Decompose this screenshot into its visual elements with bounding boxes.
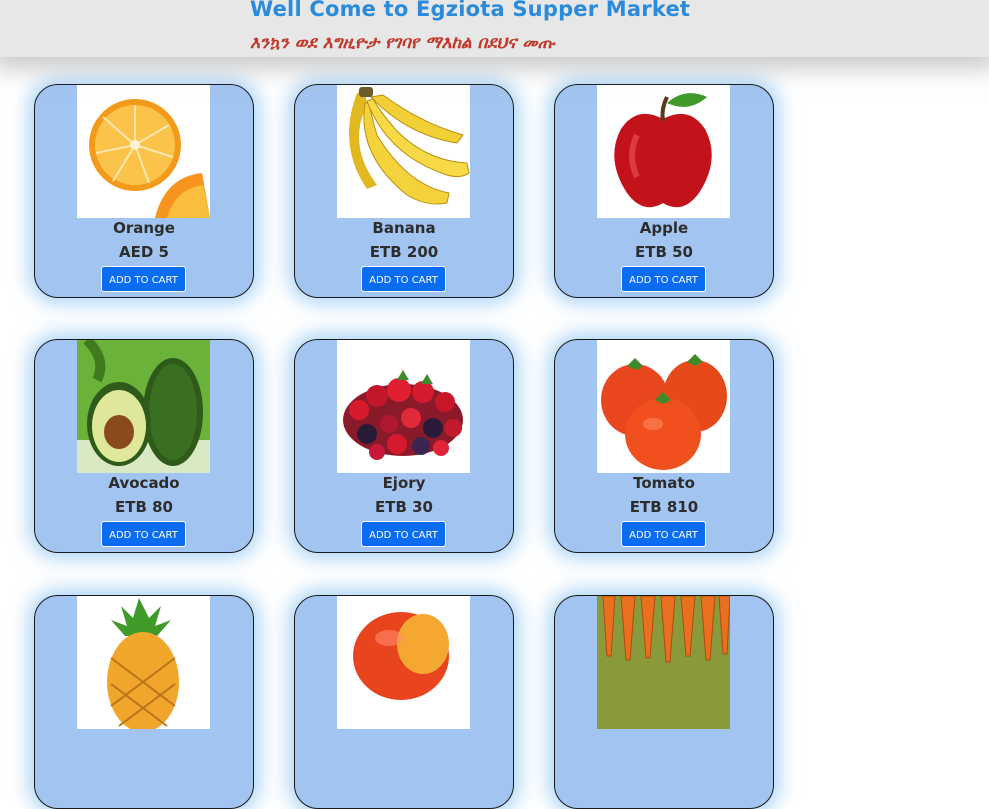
product-name: Banana bbox=[372, 219, 436, 237]
add-to-cart-button[interactable]: ADD TO CART bbox=[621, 266, 706, 292]
product-card: Avocado ETB 80 ADD TO CART bbox=[34, 339, 254, 553]
mango-icon bbox=[337, 596, 470, 729]
product-name: Avocado bbox=[108, 474, 180, 492]
product-card: Tomato ETB 810 ADD TO CART bbox=[554, 339, 774, 553]
product-card: Ejory ETB 30 ADD TO CART bbox=[294, 339, 514, 553]
product-price: ETB 810 bbox=[629, 498, 699, 516]
product-card: Banana ETB 200 ADD TO CART bbox=[294, 84, 514, 298]
product-price: AED 5 bbox=[119, 243, 169, 261]
site-header: Well Come to Egziota Supper Market እንኳን … bbox=[0, 0, 989, 57]
add-to-cart-button[interactable]: ADD TO CART bbox=[101, 266, 186, 292]
tomato-icon bbox=[597, 340, 730, 473]
product-name: Apple bbox=[639, 219, 689, 237]
product-name: Orange bbox=[113, 219, 175, 237]
berries-icon bbox=[337, 340, 470, 473]
add-to-cart-button[interactable]: ADD TO CART bbox=[361, 266, 446, 292]
orange-icon bbox=[77, 85, 210, 218]
product-card bbox=[34, 595, 254, 809]
apple-icon bbox=[597, 85, 730, 218]
product-card bbox=[554, 595, 774, 809]
page-title: Well Come to Egziota Supper Market bbox=[250, 0, 691, 21]
product-price: ETB 30 bbox=[374, 498, 433, 516]
product-card bbox=[294, 595, 514, 809]
avocado-icon bbox=[77, 340, 210, 473]
pineapple-icon bbox=[77, 596, 210, 729]
product-name: Tomato bbox=[633, 474, 695, 492]
add-to-cart-button[interactable]: ADD TO CART bbox=[621, 521, 706, 547]
product-price: ETB 50 bbox=[634, 243, 693, 261]
product-price: ETB 80 bbox=[114, 498, 173, 516]
carrot-icon bbox=[597, 596, 730, 729]
product-name: Ejory bbox=[382, 474, 426, 492]
page-subtitle-amharic: እንኳን ወደ እግዚዮታ የገባየ ማእከል በደህና መጡ bbox=[250, 33, 555, 53]
product-price: ETB 200 bbox=[369, 243, 439, 261]
banana-icon bbox=[337, 85, 470, 218]
product-card: Apple ETB 50 ADD TO CART bbox=[554, 84, 774, 298]
add-to-cart-button[interactable]: ADD TO CART bbox=[101, 521, 186, 547]
product-card: Orange AED 5 ADD TO CART bbox=[34, 84, 254, 298]
add-to-cart-button[interactable]: ADD TO CART bbox=[361, 521, 446, 547]
